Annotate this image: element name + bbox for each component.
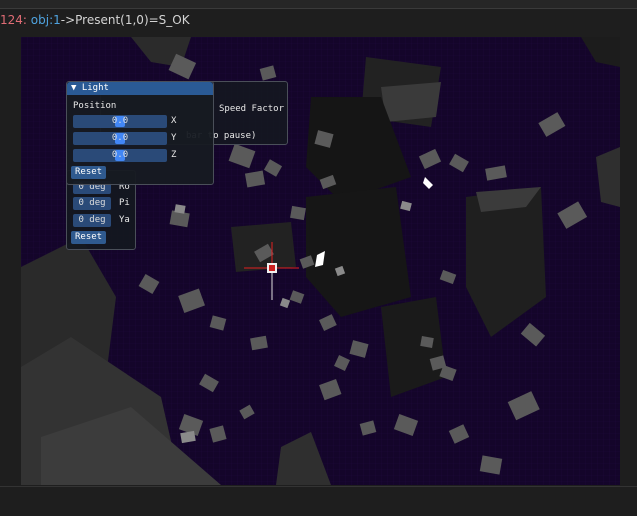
light-x-slider[interactable]: 0.0 [73, 115, 167, 128]
light-x-axis-label: X [171, 116, 177, 126]
light-y-value: 0.0 [111, 133, 129, 143]
yaw-label: Ya [119, 215, 130, 225]
light-y-axis-label: Y [171, 133, 177, 143]
log-line-number: 124: [0, 13, 27, 27]
log-object-ref[interactable]: obj:1 [31, 13, 61, 27]
position-label: Position [73, 101, 117, 111]
yaw-slider[interactable]: 0 deg [73, 214, 111, 227]
light-z-axis-label: Z [171, 150, 177, 160]
light-z-slider[interactable]: 0.0 [73, 149, 167, 162]
light-z-value: 0.0 [111, 150, 129, 160]
light-y-slider[interactable]: 0.0 [73, 132, 167, 145]
speed-factor-label: Speed Factor [219, 104, 285, 114]
log-line: 124: obj:1->Present(1,0)=S_OK [0, 13, 190, 27]
light-window-title[interactable]: ▼ Light [67, 82, 213, 95]
rotation-reset-button[interactable]: Reset [71, 231, 107, 244]
log-message: ->Present(1,0)=S_OK [60, 13, 190, 27]
pitch-value: 0 deg [78, 198, 106, 208]
light-reset-button[interactable]: Reset [71, 166, 107, 179]
bottom-status-bar [0, 486, 637, 516]
light-x-value: 0.0 [111, 116, 129, 126]
light-window[interactable]: ▼ Light Position 0.0 X 0.0 Y 0.0 Z Reset [66, 81, 214, 185]
yaw-value: 0 deg [78, 215, 106, 225]
pitch-slider[interactable]: 0 deg [73, 197, 111, 210]
top-toolbar [0, 0, 637, 9]
pitch-label: Pi [119, 198, 130, 208]
